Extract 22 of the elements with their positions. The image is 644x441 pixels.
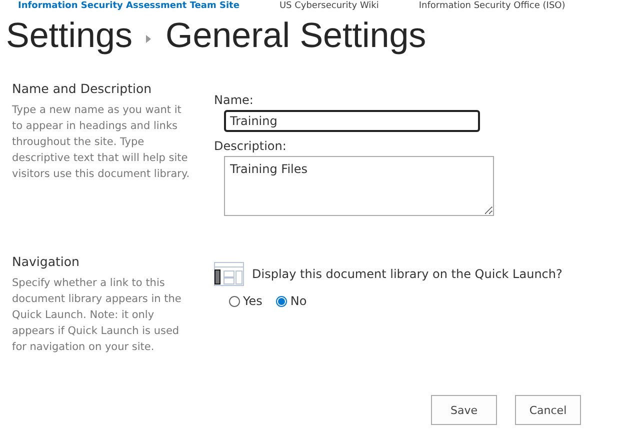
description-field[interactable]: Training Files	[224, 156, 494, 216]
name-label: Name:	[214, 93, 254, 107]
description-label: Description:	[214, 139, 288, 153]
site-link[interactable]: US Cybersecurity Wiki	[279, 1, 379, 13]
cancel-button[interactable]: Cancel	[515, 395, 581, 425]
site-link[interactable]: Information Security Assessment Team Site	[18, 1, 240, 13]
radio-option[interactable]: Yes	[229, 294, 262, 308]
page-layout-icon	[214, 262, 244, 286]
radio-option[interactable]: No	[276, 294, 307, 308]
section-description: Specify whether a link to this document library appears in the Quick Launch. Note: it only appears if Quick Launch is used for navigation on your site.	[12, 276, 182, 355]
radio-icon[interactable]	[276, 296, 288, 306]
breadcrumb-item[interactable]: Settings	[6, 16, 132, 56]
breadcrumb-item: General Settings	[165, 16, 426, 56]
radio-icon[interactable]	[229, 296, 240, 306]
quick-launch-question: Display this document library on the Quick Launch?	[252, 267, 562, 281]
section-title: Name and Description	[12, 81, 153, 96]
breadcrumb-arrow-icon	[146, 35, 152, 43]
section-title: Navigation	[12, 254, 80, 269]
section-description: Type a new name as you want it to appear in headings and links throughout the site. Type descriptive text that will help site visitors use this document library.	[12, 103, 191, 182]
save-button[interactable]: Save	[431, 395, 497, 425]
site-link[interactable]: Information Security Office (ISO)	[418, 1, 566, 13]
name-field[interactable]: Training	[224, 110, 480, 132]
